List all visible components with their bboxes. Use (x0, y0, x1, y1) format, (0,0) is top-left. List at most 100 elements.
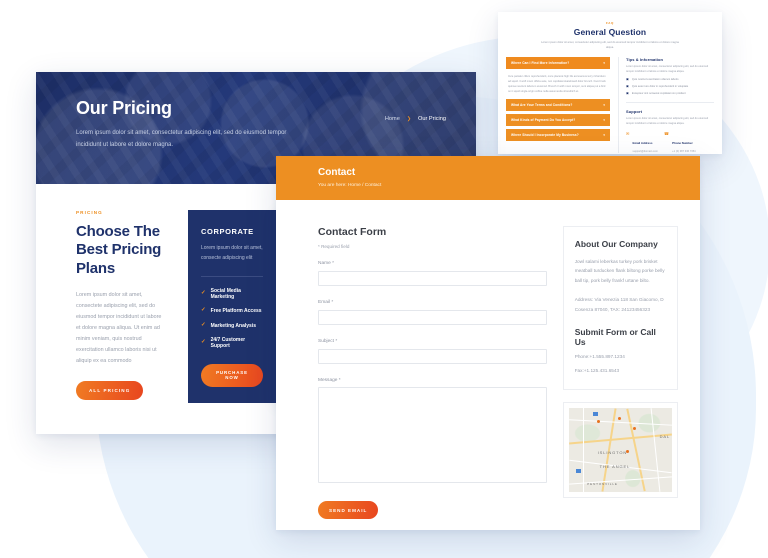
list-item: ✓ 24/7 Customer Support (201, 337, 263, 349)
check-icon: ✓ (201, 321, 206, 328)
purchase-now-button-corporate[interactable]: PURCHASE NOW (201, 363, 263, 387)
envelope-icon: ✉ (626, 131, 630, 137)
support-heading: Support (626, 108, 643, 114)
chevron-down-icon: ▾ (603, 103, 605, 108)
faq-title: General Question (573, 27, 647, 37)
faq-subtitle: Lorem ipsum dolor sit amet, consectetur … (541, 41, 679, 49)
subject-input[interactable] (318, 349, 547, 364)
company-phone: Phone:+1.555.897.1234 (574, 354, 625, 360)
contact-hero: Contact You are here: Home / Contact (276, 156, 700, 200)
general-question-panel: FAQ General Question Lorem ipsum dolor s… (498, 12, 722, 154)
pricing-heading: Choose The Best Pricing Plans (76, 223, 162, 277)
accordion-item-1-header[interactable]: What Are Your Terms and Conditions? ▾ (506, 99, 610, 112)
list-item: ▣ Quis nostrud exercitation ullamco labo… (626, 76, 714, 82)
support-contacts: ✉ Email Address support@domain.com ☎ Pho… (626, 131, 714, 153)
contact-form: Contact Form * Required field Name * Ema… (318, 226, 547, 519)
map-label-the-angel: THE ANGEL (599, 463, 631, 469)
contact-body: Contact Form * Required field Name * Ema… (276, 200, 700, 519)
list-item: ✓ Marketing Analysis (201, 321, 263, 329)
map-label-pentonville: PENTONVILLE (587, 482, 618, 487)
email-input[interactable] (318, 310, 547, 325)
bullet-icon: ▣ (626, 91, 629, 96)
chevron-down-icon: ▾ (603, 133, 605, 138)
support-email-label: Email Address (632, 141, 653, 146)
faq-sidebar: Tips & Information Lorem ipsum dolor sit… (618, 57, 714, 154)
check-icon: ✓ (201, 339, 206, 346)
contact-sidebar: About Our Company Jowl salami leberkas t… (562, 226, 678, 519)
tips-paragraph: Lorem ipsum dolor sit amet, consectetur … (626, 65, 709, 73)
map-label-islington: ISLINGTON (597, 450, 628, 456)
breadcrumb: Home ❯ Our Pricing (385, 116, 446, 122)
bullet-icon: ▣ (626, 84, 629, 89)
map-marker (632, 426, 636, 430)
breadcrumb: You are here: Home / Contact (318, 183, 382, 188)
map-label-dal: DAL (659, 433, 671, 439)
tips-item-label: Quis nostrud exercitation ullamco labori… (631, 77, 679, 81)
list-item: ✓ Free Platform Access (201, 308, 263, 314)
phone-icon: ☎ (663, 131, 670, 137)
accordion-item-0-header[interactable]: Where Can I Find More Information? ▾ (506, 57, 610, 70)
accordion-item-3-label: Where Should I Incorporate My Business? (511, 133, 579, 138)
location-map[interactable]: ISLINGTON THE ANGEL PENTONVILLE DAL (568, 408, 672, 493)
all-pricing-button[interactable]: ALL PRICING (76, 381, 144, 401)
plan-description: Lorem ipsum dolor sit amet, consecte adi… (201, 245, 263, 261)
form-title: Contact Form (318, 226, 387, 238)
pricing-card-corporate: CORPORATE Lorem ipsum dolor sit amet, co… (188, 210, 276, 403)
list-item: ▣ Quis aute irure dolor in reprehenderit… (626, 85, 714, 89)
support-paragraph: Lorem ipsum dolor sit amet, consectetur … (626, 116, 709, 125)
map-transit-marker (575, 468, 581, 473)
email-field-label: Email * (318, 300, 334, 305)
plan-feature-label: Marketing Analysis (210, 322, 256, 329)
bullet-icon: ▣ (626, 76, 629, 81)
pricing-paragraph: Lorem ipsum dolor sit amet, consectete a… (76, 291, 162, 365)
hero-content: Our Pricing Lorem ipsum dolor sit amet, … (36, 72, 476, 151)
name-input[interactable] (318, 271, 547, 286)
accordion-item-1-label: What Are Your Terms and Conditions? (511, 103, 573, 108)
faq-body: Where Can I Find More Information? ▾ Iru… (506, 57, 714, 154)
map-marker (596, 420, 600, 424)
chevron-right-icon: ❯ (406, 116, 412, 122)
hero-subtitle: Lorem ipsum dolor sit amet, consectetur … (76, 130, 287, 148)
message-textarea[interactable] (318, 387, 547, 483)
faq-accordion: Where Can I Find More Information? ▾ Iru… (506, 57, 610, 153)
plan-name: CORPORATE (201, 227, 254, 236)
plan-feature-label: Social Media Marketing (210, 287, 241, 300)
tips-heading: Tips & Information (626, 57, 664, 63)
tips-item-label: Excepteur sint occaecat cupidatat non pr… (631, 92, 686, 96)
company-fax: Fax:+1.125.431.6543 (574, 368, 620, 374)
message-field-label: Message * (318, 378, 341, 383)
accordion-item-2-label: What Kinds of Payment Do You Accept? (511, 118, 576, 123)
tips-item-label: Quis aute irure dolor in reprehenderit i… (631, 85, 689, 89)
support-email-value: support@domain.com (632, 150, 658, 154)
accordion-item-2-header[interactable]: What Kinds of Payment Do You Accept? ▾ (506, 114, 610, 127)
breadcrumb-item-home[interactable]: Home (385, 116, 400, 122)
page-title: Contact (318, 167, 356, 178)
accordion-item-3-header[interactable]: Where Should I Incorporate My Business? … (506, 129, 610, 142)
support-phone-label: Phone Number (672, 141, 693, 146)
list-item: ✓ Social Media Marketing (201, 288, 263, 300)
divider (626, 102, 714, 103)
chevron-down-icon: ▾ (603, 118, 605, 123)
about-company-heading: About Our Company (574, 239, 658, 249)
map-box: ISLINGTON THE ANGEL PENTONVILLE DAL (562, 402, 678, 499)
faq-eyebrow: FAQ (606, 21, 614, 25)
plan-feature-label: Free Platform Access (210, 308, 262, 314)
chevron-down-icon: ▾ (603, 61, 605, 66)
required-field-note: * Required field (318, 244, 350, 249)
breadcrumb-item-current: Our Pricing (418, 116, 446, 122)
contact-page-panel: Contact You are here: Home / Contact Con… (276, 156, 700, 530)
plan-feature-label: 24/7 Customer Support (210, 337, 246, 349)
send-email-button[interactable]: SEND EMAIL (318, 501, 379, 519)
support-contact-phone[interactable]: ☎ Phone Number +1 (0) 387 336 7354 (664, 131, 696, 153)
pricing-intro: PRICING Choose The Best Pricing Plans Lo… (36, 210, 184, 403)
company-address: Address: Via Venezia 118 San Giacomo, D … (574, 297, 664, 312)
accordion-item-0-label: Where Can I Find More Information? (511, 61, 570, 66)
pricing-eyebrow: PRICING (76, 210, 103, 215)
support-contact-email[interactable]: ✉ Email Address support@domain.com (626, 131, 658, 153)
about-company-box: About Our Company Jowl salami leberkas t… (562, 226, 678, 391)
accordion-item-0-body: Irure pariatur cillum reprehenderit, onc… (508, 75, 606, 93)
check-icon: ✓ (201, 307, 206, 314)
name-field-label: Name * (318, 261, 334, 266)
divider (201, 275, 263, 277)
about-company-paragraph: Jowl salami leberkas turkey pork brisket… (574, 259, 665, 283)
